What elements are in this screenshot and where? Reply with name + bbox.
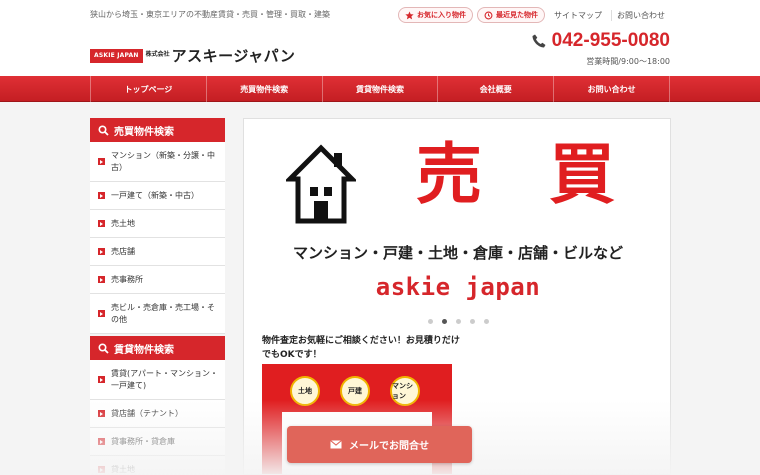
hero-slide[interactable]: 売 買 マンション・戸建・土地・倉庫・店舗・ビルなど askie japan bbox=[244, 119, 670, 309]
mail-contact-label: メールでお問合せ bbox=[349, 441, 429, 452]
recent-label: 最近見た物件 bbox=[496, 11, 538, 19]
badge-mansion: マンション bbox=[390, 376, 420, 406]
phone-number: 042-955-0080 bbox=[551, 30, 670, 51]
nav-rent-search[interactable]: 賃貸物件検索 bbox=[321, 76, 438, 102]
favorites-label: お気に入り物件 bbox=[417, 11, 466, 19]
sidebar-item-shop[interactable]: 売店舗 bbox=[90, 238, 225, 266]
sidebar: 売買物件検索 マンション（新築・分譲・中古） 一戸建て（新築・中古） 売土地 売… bbox=[90, 118, 225, 475]
slider-dot[interactable] bbox=[441, 319, 447, 324]
main-content: 売 買 マンション・戸建・土地・倉庫・店舗・ビルなど askie japan 物… bbox=[243, 118, 671, 475]
arrow-icon bbox=[98, 158, 105, 165]
search-icon bbox=[98, 124, 109, 136]
house-icon bbox=[286, 144, 356, 224]
sidebar-item-mansion[interactable]: マンション（新築・分譲・中古） bbox=[90, 142, 225, 182]
badge-land: 土地 bbox=[290, 376, 320, 406]
arrow-icon bbox=[98, 466, 105, 473]
arrow-icon bbox=[98, 276, 105, 283]
global-nav: トップページ 売買物件検索 賃貸物件検索 会社概要 お問い合わせ bbox=[0, 76, 760, 102]
badge-house: 戸建 bbox=[340, 376, 370, 406]
recent-button[interactable]: 最近見た物件 bbox=[477, 7, 545, 23]
sidebar-item-rent-residential[interactable]: 賃貸(アパート・マンション・一戸建て) bbox=[90, 360, 225, 400]
slider-dots bbox=[244, 319, 670, 324]
business-hours: 営業時間/9:00～18:00 bbox=[586, 57, 670, 66]
logo-name: アスキージャパン bbox=[171, 47, 296, 65]
contact-link[interactable]: お問い合わせ bbox=[611, 9, 670, 21]
mail-contact-button[interactable]: メールでお問合せ bbox=[287, 426, 472, 463]
sidebar-item-rent-shop[interactable]: 貸店舗（テナント） bbox=[90, 400, 225, 428]
sidebar-item-house[interactable]: 一戸建て（新築・中古） bbox=[90, 182, 225, 210]
header: 狭山から埼玉・東京エリアの不動産賃貸・売買・管理・買取・建築 ASKIE JAP… bbox=[0, 0, 760, 76]
star-icon bbox=[405, 10, 414, 19]
slide-char-buy: 買 bbox=[549, 135, 615, 213]
slider-dot[interactable] bbox=[483, 319, 489, 324]
sitemap-link[interactable]: サイトマップ bbox=[549, 10, 607, 21]
arrow-icon bbox=[98, 220, 105, 227]
arrow-icon bbox=[98, 410, 105, 417]
phone-icon bbox=[532, 34, 546, 48]
phone[interactable]: 042-955-0080 bbox=[531, 30, 670, 52]
slider-dot[interactable] bbox=[427, 319, 433, 324]
top-links: お気に入り物件 最近見た物件 サイトマップ お問い合わせ bbox=[398, 7, 670, 23]
search-icon bbox=[98, 342, 109, 354]
favorites-button[interactable]: お気に入り物件 bbox=[398, 7, 473, 23]
arrow-icon bbox=[98, 376, 105, 383]
sidebar-item-building[interactable]: 売ビル・売倉庫・売工場・その他 bbox=[90, 294, 225, 334]
logo[interactable]: ASKIE JAPAN 株式会社 アスキージャパン bbox=[90, 45, 295, 66]
slider-dot[interactable] bbox=[455, 319, 461, 324]
arrow-icon bbox=[98, 438, 105, 445]
slide-subtitle: マンション・戸建・土地・倉庫・店舗・ビルなど bbox=[292, 244, 623, 262]
sidebar-item-rent-office[interactable]: 貸事務所・貸倉庫 bbox=[90, 428, 225, 456]
sidebar-item-rent-land[interactable]: 貸土地 bbox=[90, 456, 225, 475]
tagline: 狭山から埼玉・東京エリアの不動産賃貸・売買・管理・買取・建築 bbox=[90, 10, 330, 19]
arrow-icon bbox=[98, 192, 105, 199]
mail-icon bbox=[330, 440, 342, 449]
arrow-icon bbox=[98, 248, 105, 255]
sale-search-heading: 売買物件検索 bbox=[90, 118, 225, 142]
slide-char-sell: 売 bbox=[416, 135, 482, 213]
nav-company[interactable]: 会社概要 bbox=[437, 76, 553, 102]
logo-company-type: 株式会社 bbox=[145, 51, 170, 59]
nav-top[interactable]: トップページ bbox=[90, 76, 206, 102]
promo-text: 物件査定お気軽にご相談ください！お見積りだけでもOKです！ bbox=[262, 336, 460, 360]
sidebar-item-office[interactable]: 売事務所 bbox=[90, 266, 225, 294]
rent-search-heading: 賃貸物件検索 bbox=[90, 336, 225, 360]
history-icon bbox=[484, 11, 493, 19]
logo-box: ASKIE JAPAN bbox=[90, 48, 143, 63]
nav-contact[interactable]: お問い合わせ bbox=[553, 76, 670, 102]
nav-sale-search[interactable]: 売買物件検索 bbox=[205, 76, 322, 102]
arrow-icon bbox=[98, 310, 105, 317]
slider-dot[interactable] bbox=[469, 319, 475, 324]
sidebar-item-land[interactable]: 売土地 bbox=[90, 210, 225, 238]
slide-brand: askie japan bbox=[375, 273, 541, 301]
